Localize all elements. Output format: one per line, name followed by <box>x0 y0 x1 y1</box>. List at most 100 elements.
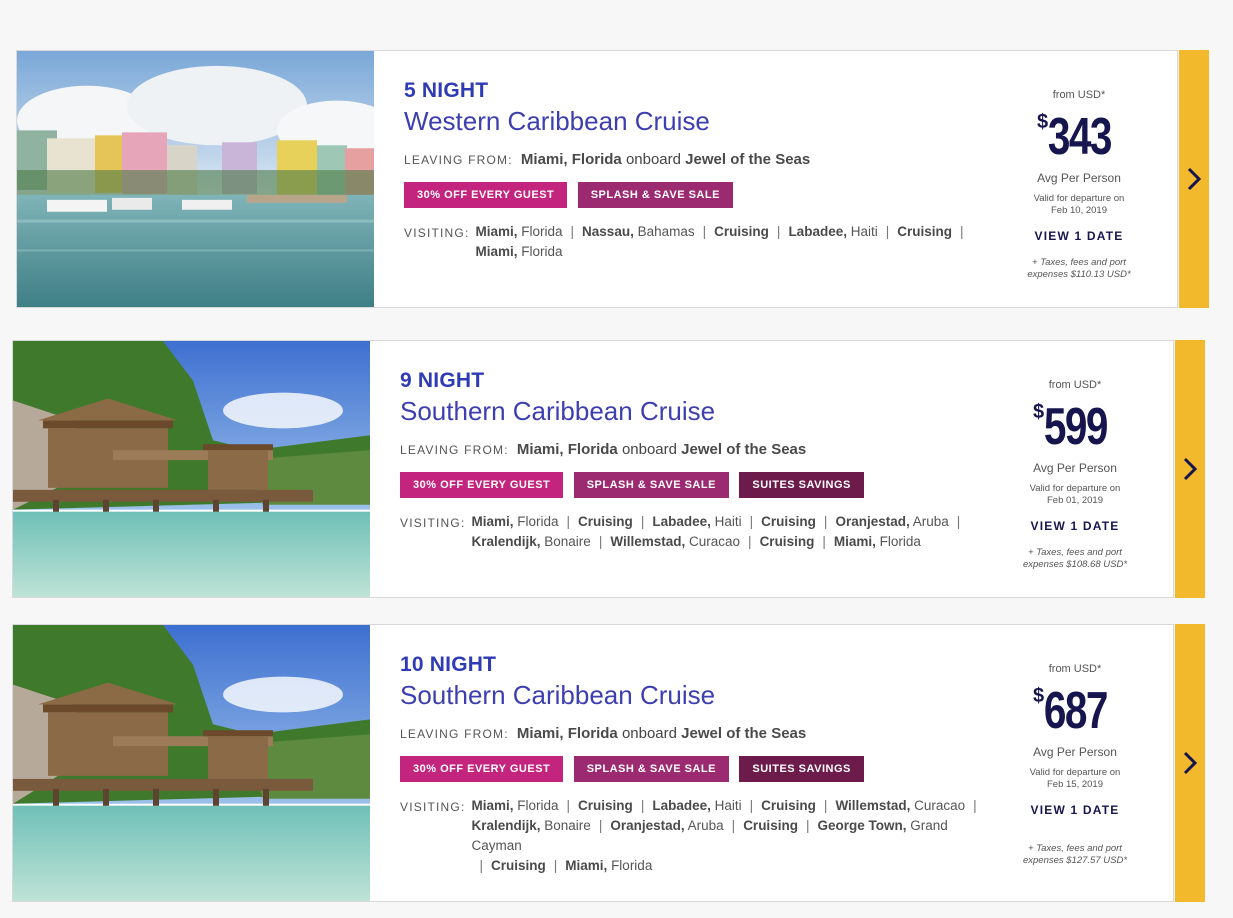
port-region: Florida <box>517 798 559 813</box>
port-name: Miami, <box>475 244 518 259</box>
valid-departure: Valid for departure on Feb 10, 2019 <box>1009 193 1149 217</box>
price-panel: from USD* $ 343 Avg Per Person Valid for… <box>1009 89 1149 281</box>
badge-splash-save: SPLASH & SAVE SALE <box>573 472 729 498</box>
port-name: Miami, <box>475 224 518 239</box>
port-name: Cruising <box>761 798 816 813</box>
next-arrow-tab[interactable] <box>1175 624 1205 902</box>
port-region: Bahamas <box>637 224 695 239</box>
leaving-label: LEAVING FROM: <box>404 153 513 167</box>
valid-departure: Valid for departure on Feb 15, 2019 <box>1005 767 1145 791</box>
from-usd-label: from USD* <box>1052 89 1106 101</box>
cruise-info: 9 NIGHT Southern Caribbean Cruise LEAVIN… <box>400 369 990 552</box>
port-region: Aruba <box>687 818 724 833</box>
cruise-info: 5 NIGHT Western Caribbean Cruise LEAVING… <box>404 79 994 262</box>
port-region: Bonaire <box>544 534 591 549</box>
taxes-note: + Taxes, fees and port expenses $108.68 … <box>1005 547 1145 571</box>
cruise-card[interactable]: 9 NIGHT Southern Caribbean Cruise LEAVIN… <box>12 340 1205 598</box>
port-name: Willemstad, <box>835 798 911 813</box>
from-usd-label: from USD* <box>1048 379 1102 391</box>
cruise-title[interactable]: Southern Caribbean Cruise <box>400 395 990 427</box>
port-name: Miami, <box>471 798 514 813</box>
currency-symbol: $ <box>1037 111 1049 133</box>
price-amount: $ 343 <box>1009 109 1149 165</box>
taxes-note: + Taxes, fees and port expenses $110.13 … <box>1009 257 1149 281</box>
port-name: Cruising <box>578 514 633 529</box>
port-separator: | <box>973 798 977 813</box>
port-region: Florida <box>521 224 563 239</box>
promo-badges: 30% OFF EVERY GUEST SPLASH & SAVE SALE S… <box>400 756 990 782</box>
departure-date: Feb 01, 2019 <box>1047 495 1103 506</box>
price-value: 343 <box>1047 108 1112 166</box>
cruise-photo-huts[interactable] <box>13 625 370 901</box>
port-list: Miami, Florida | Cruising | Labadee, Haiti | C… <box>471 512 968 552</box>
taxes-line-1: + Taxes, fees and port <box>1028 843 1122 854</box>
port-region: Bonaire <box>544 818 591 833</box>
departure-date: Feb 10, 2019 <box>1051 205 1107 216</box>
port-region: Haiti <box>714 798 742 813</box>
port-separator: | <box>822 534 826 549</box>
visiting-ports: VISITING: Miami, Florida | Cruising | Labade… <box>400 512 990 552</box>
taxes-note: + Taxes, fees and port expenses $127.57 … <box>1005 843 1145 867</box>
port-name: Cruising <box>491 858 546 873</box>
leaving-label: LEAVING FROM: <box>400 727 509 741</box>
ship-name: Jewel of the Seas <box>685 151 811 168</box>
port-region: Florida <box>611 858 653 873</box>
cruise-nights: 9 NIGHT <box>400 369 485 392</box>
cruise-photo-huts[interactable] <box>13 341 370 597</box>
port-separator: | <box>749 798 754 813</box>
view-dates-link[interactable]: VIEW 1 DATE <box>1009 229 1149 243</box>
cruise-card[interactable]: 10 NIGHT Southern Caribbean Cruise LEAVI… <box>12 624 1205 902</box>
cruise-title[interactable]: Southern Caribbean Cruise <box>400 679 990 711</box>
leaving-label: LEAVING FROM: <box>400 443 509 457</box>
port-list: Miami, Florida | Cruising | Labadee, Haiti | C… <box>471 796 990 876</box>
view-dates-link[interactable]: VIEW 1 DATE <box>1005 803 1145 817</box>
port-separator: | <box>640 798 645 813</box>
cruise-photo-marina[interactable] <box>17 51 374 307</box>
port-separator: | <box>553 858 558 873</box>
port-list: Miami, Florida | Nassau, Bahamas | Cruising |… <box>475 222 971 262</box>
promo-badges: 30% OFF EVERY GUEST SPLASH & SAVE SALE S… <box>400 472 990 498</box>
port-separator: | <box>749 514 754 529</box>
port-name: Cruising <box>714 224 769 239</box>
chevron-right-icon <box>1183 751 1197 775</box>
onboard-word: onboard <box>621 441 677 458</box>
port-name: Labadee, <box>652 798 711 813</box>
cruise-card[interactable]: 5 NIGHT Western Caribbean Cruise LEAVING… <box>16 50 1209 308</box>
port-separator: | <box>640 514 645 529</box>
port-separator: | <box>566 514 571 529</box>
port-separator: | <box>570 224 575 239</box>
price-value: 687 <box>1043 682 1108 740</box>
port-name: Kralendijk, <box>471 534 541 549</box>
view-dates-link[interactable]: VIEW 1 DATE <box>1005 519 1145 533</box>
port-name: Miami, <box>471 514 514 529</box>
ship-name: Jewel of the Seas <box>681 441 807 458</box>
port-separator: | <box>702 224 707 239</box>
badge-30-off: 30% OFF EVERY GUEST <box>400 756 564 782</box>
port-name: Cruising <box>761 514 816 529</box>
port-separator: | <box>479 858 483 873</box>
currency-symbol: $ <box>1033 401 1045 423</box>
port-separator: | <box>748 534 752 549</box>
valid-label: Valid for departure on <box>1033 193 1125 204</box>
avg-per-person: Avg Per Person <box>1037 171 1121 185</box>
port-name: Kralendijk, <box>471 818 541 833</box>
cruise-info: 10 NIGHT Southern Caribbean Cruise LEAVI… <box>400 653 990 876</box>
port-region: Haiti <box>850 224 878 239</box>
port-name: Willemstad, <box>610 534 686 549</box>
port-separator: | <box>960 224 964 239</box>
valid-departure: Valid for departure on Feb 01, 2019 <box>1005 483 1145 507</box>
taxes-line-2: expenses $127.57 USD* <box>1022 855 1128 866</box>
port-separator: | <box>598 534 603 549</box>
port-separator: | <box>566 798 571 813</box>
badge-suites-savings: SUITES SAVINGS <box>739 472 864 498</box>
next-arrow-tab[interactable] <box>1175 340 1205 598</box>
visiting-ports: VISITING: Miami, Florida | Nassau, Bahamas… <box>404 222 994 262</box>
onboard-word: onboard <box>625 151 681 168</box>
port-region: Curacao <box>914 798 966 813</box>
cruise-title[interactable]: Western Caribbean Cruise <box>404 105 994 137</box>
port-region: Haiti <box>714 514 742 529</box>
departure-port: Miami, Florida <box>516 441 618 458</box>
badge-suites-savings: SUITES SAVINGS <box>739 756 864 782</box>
cruise-nights: 10 NIGHT <box>400 653 497 676</box>
next-arrow-tab[interactable] <box>1179 50 1209 308</box>
